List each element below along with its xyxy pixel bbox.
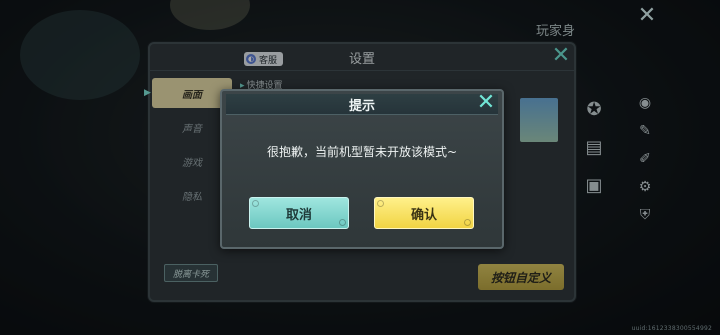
dialog-message: 很抱歉，当前机型暂未开放该模式~ [266,145,458,159]
button-corner-decoration [252,200,259,207]
cancel-label: 取消 [285,207,312,223]
dialog-close-icon[interactable]: ✕ [476,92,496,114]
dialog-header: 提示 ✕ [226,92,498,115]
button-corner-decoration [339,219,346,226]
button-corner-decoration [464,219,471,226]
cancel-button[interactable]: 取消 [249,197,349,229]
dialog-title: 提示 [348,99,375,114]
notice-dialog: 提示 ✕ 很抱歉，当前机型暂未开放该模式~ 取消 确认 [220,89,504,249]
button-corner-decoration [377,200,384,207]
confirm-button[interactable]: 确认 [374,197,474,229]
confirm-label: 确认 [410,207,437,223]
